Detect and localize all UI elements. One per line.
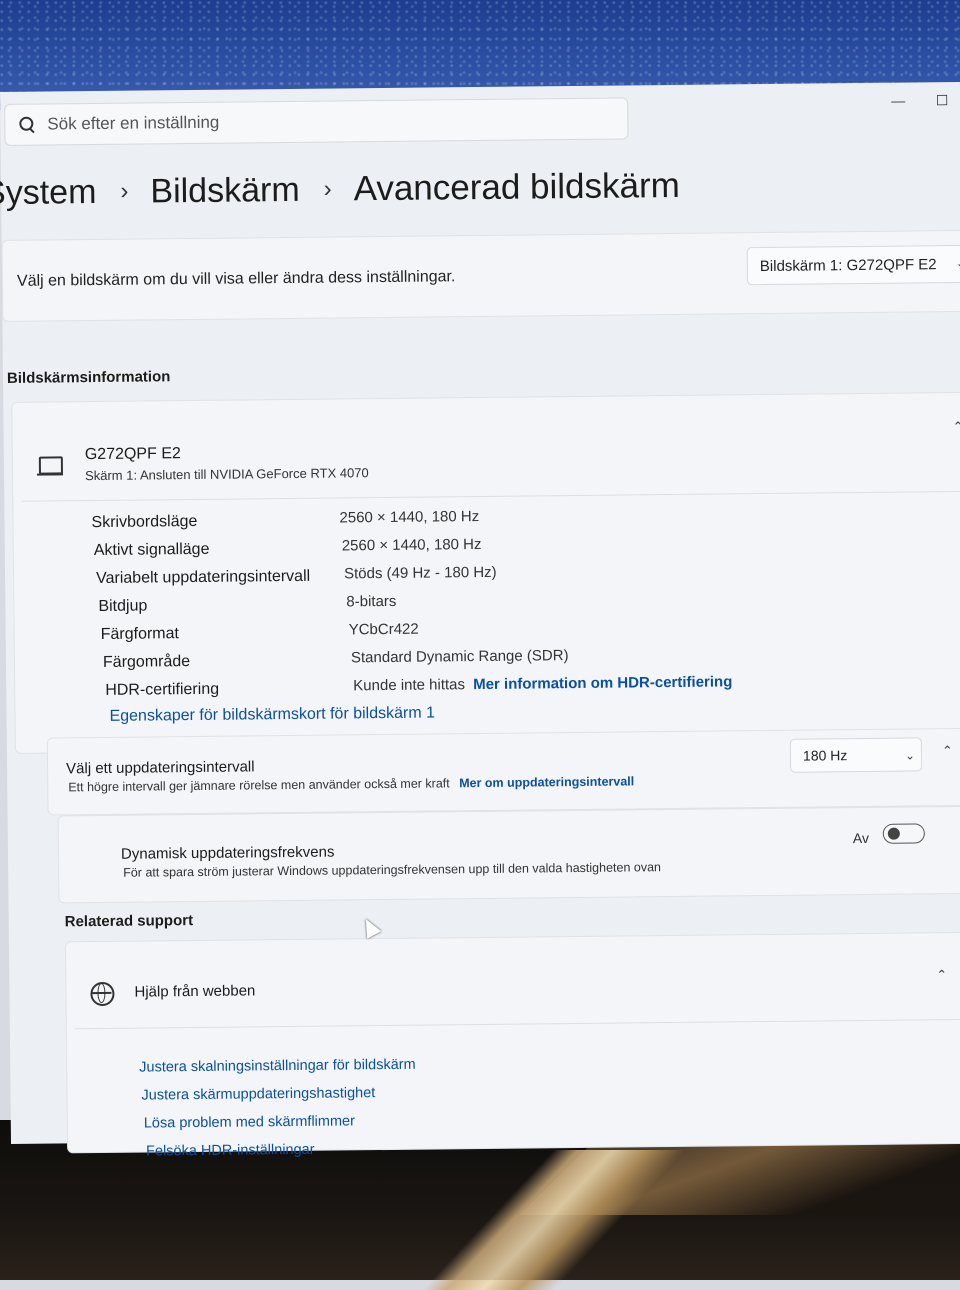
refresh-rate-card: Välj ett uppdateringsintervall Ett högre… (46, 727, 960, 816)
breadcrumb-display[interactable]: Bildskärm (150, 170, 300, 211)
refresh-rate-description-text: Ett högre intervall ger jämnare rörelse … (68, 776, 450, 795)
refresh-rate-value: 180 Hz (802, 747, 848, 764)
refresh-rate-title: Välj ett uppdateringsintervall (66, 758, 255, 778)
prop-value: YCbCr422 (348, 620, 419, 639)
minimize-button[interactable]: — (886, 88, 910, 112)
support-link-flicker[interactable]: Lösa problem med skärmflimmer (144, 1113, 355, 1131)
prop-value: 8-bitars (346, 592, 397, 611)
chevron-right-icon: › (323, 175, 332, 203)
display-info-card: G272QPF E2 Skärm 1: Ansluten till NVIDIA… (11, 391, 960, 754)
monitor-icon (38, 456, 64, 475)
display-dropdown[interactable]: Bildskärm 1: G272QPF E2 ⌄ (746, 244, 960, 286)
toggle-state-label: Av (852, 829, 870, 847)
prop-label: Bitdjup (98, 597, 148, 615)
chevron-up-icon[interactable]: ⌃ (936, 967, 947, 983)
section-title-related-support: Relaterad support (64, 912, 194, 931)
refresh-rate-dropdown[interactable]: 180 Hz ⌄ (789, 737, 923, 773)
prop-label: Variabelt uppdateringsintervall (96, 567, 311, 588)
prop-value: Standard Dynamic Range (SDR) (350, 647, 569, 667)
settings-window: — ☐ System › Bildskärm › Avancerad bilds… (0, 81, 960, 1160)
hdr-status: Kunde inte hittas (353, 676, 466, 695)
dynamic-refresh-card: Dynamisk uppdateringsfrekvens För att sp… (57, 805, 960, 904)
chevron-down-icon: ⌄ (904, 748, 916, 763)
monitor-name: G272QPF E2 (84, 445, 181, 464)
dynamic-refresh-toggle[interactable] (882, 823, 925, 844)
related-support-card: Hjälp från webben ⌃ Justera skalningsins… (64, 931, 960, 1160)
search-icon (19, 117, 35, 133)
prop-label: HDR-certifiering (105, 680, 220, 699)
chevron-up-icon[interactable]: ⌃ (952, 419, 960, 435)
search-box[interactable] (4, 97, 629, 146)
divider (74, 1018, 960, 1030)
display-selector-prompt: Välj en bildskärm om du vill visa eller … (16, 268, 456, 290)
support-link-hdr[interactable]: Felsöka HDR-inställningar (146, 1142, 315, 1160)
help-from-web-label[interactable]: Hjälp från webben (134, 982, 255, 1000)
support-link-scaling[interactable]: Justera skalningsinställningar för bilds… (139, 1057, 416, 1076)
dynamic-refresh-title: Dynamisk uppdateringsfrekvens (120, 843, 335, 863)
section-title-display-info: Bildskärmsinformation (6, 368, 171, 387)
prop-label: Färgområde (102, 653, 191, 671)
display-dropdown-value: Bildskärm 1: G272QPF E2 (759, 255, 937, 275)
refresh-rate-description: Ett högre intervall ger jämnare rörelse … (68, 774, 634, 794)
prop-value: Stöds (49 Hz - 180 Hz) (343, 563, 497, 583)
prop-value: 2560 × 1440, 180 Hz (341, 535, 482, 555)
monitor-connection: Skärm 1: Ansluten till NVIDIA GeForce RT… (84, 465, 369, 484)
chevron-right-icon: › (120, 177, 129, 205)
title-bar: — ☐ (840, 82, 960, 121)
dynamic-refresh-description: För att spara ström justerar Windows upp… (123, 860, 662, 880)
hdr-info-link[interactable]: Mer information om HDR-certifiering (473, 673, 732, 693)
globe-icon (90, 981, 115, 1007)
search-input[interactable] (45, 107, 610, 136)
refresh-rate-info-link[interactable]: Mer om uppdateringsintervall (459, 774, 634, 790)
display-selector-card: Välj en bildskärm om du vill visa eller … (1, 229, 960, 322)
chevron-up-icon[interactable]: ⌃ (942, 743, 953, 759)
maximize-button[interactable]: ☐ (930, 88, 954, 112)
support-link-refresh[interactable]: Justera skärmuppdateringshastighet (141, 1085, 375, 1103)
adapter-properties-link[interactable]: Egenskaper för bildskärmskort för bildsk… (109, 704, 435, 725)
prop-label: Aktivt signalläge (93, 540, 210, 560)
page-title: Avancerad bildskärm (353, 165, 681, 209)
prop-value-hdr: Kunde inte hittas Mer information om HDR… (353, 673, 732, 694)
chevron-down-icon: ⌄ (955, 255, 960, 271)
divider (21, 490, 960, 502)
prop-label: Färgformat (100, 625, 180, 643)
breadcrumb: System › Bildskärm › Avancerad bildskärm (0, 161, 680, 218)
wallpaper-road (274, 1150, 846, 1290)
breadcrumb-system[interactable]: System (0, 172, 97, 212)
prop-value: 2560 × 1440, 180 Hz (339, 508, 480, 527)
prop-label: Skrivbordsläge (91, 512, 198, 532)
